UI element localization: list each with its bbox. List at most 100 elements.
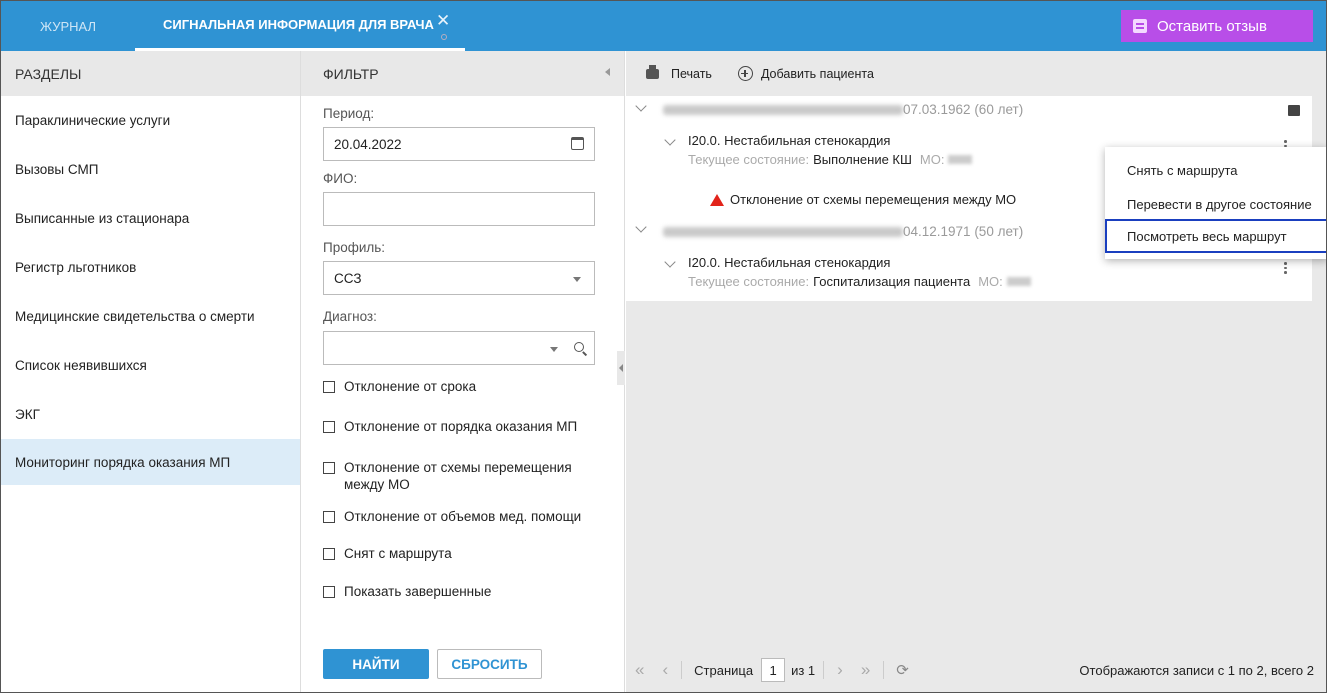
checkbox[interactable]	[323, 421, 335, 433]
pager-divider	[883, 661, 885, 679]
expand-patient-icon[interactable]	[635, 221, 647, 233]
tab-journal[interactable]: ЖУРНАЛ	[1, 1, 135, 51]
more-actions-icon[interactable]	[1284, 262, 1288, 276]
expand-diagnosis-icon[interactable]	[664, 256, 676, 268]
mo-value-redacted	[1006, 277, 1031, 286]
expand-patient-icon[interactable]	[635, 100, 647, 112]
app-window: ЖУРНАЛ СИГНАЛЬНАЯ ИНФОРМАЦИЯ ДЛЯ ВРАЧА ✕…	[0, 0, 1327, 693]
reset-button[interactable]: СБРОСИТЬ	[437, 649, 542, 679]
checkbox-label: Показать завершенные	[344, 584, 492, 599]
close-tab-icon[interactable]: ✕	[436, 12, 454, 31]
checkbox[interactable]	[323, 548, 335, 560]
checkbox-label: Отклонение от срока	[344, 379, 477, 394]
sidebar-item-beneficiaries[interactable]: Регистр льготников	[1, 243, 300, 292]
page-label: Страница	[694, 662, 754, 678]
expand-diagnosis-icon[interactable]	[664, 134, 676, 146]
checkbox-procedure-deviation[interactable]: Отклонение от порядка оказания МП	[323, 418, 603, 435]
checkbox-deadline-deviation[interactable]: Отклонение от срока	[323, 378, 603, 395]
print-button[interactable]: Печать	[646, 64, 712, 81]
checkbox-label: Снят с маршрута	[344, 546, 452, 561]
refresh-icon[interactable]: ⟳	[896, 661, 909, 679]
profile-label: Профиль:	[323, 240, 386, 255]
next-page-icon[interactable]: ›	[837, 660, 843, 680]
state-value: Госпитализация пациента	[813, 274, 971, 289]
checkbox-removed-from-route[interactable]: Снят с маршрута	[323, 545, 603, 562]
find-button[interactable]: НАЙТИ	[323, 649, 429, 679]
print-label: Печать	[671, 66, 712, 81]
toolbar: Печать Добавить пациента	[626, 51, 1326, 96]
panel-splitter[interactable]	[617, 351, 625, 385]
menu-item-view-route[interactable]: Посмотреть весь маршрут	[1105, 219, 1326, 253]
diagnosis-title: I20.0. Нестабильная стенокардия	[688, 133, 891, 148]
first-page-icon[interactable]: «	[635, 660, 644, 680]
patient-dob: 07.03.1962 (60 лет)	[903, 102, 1024, 117]
collapse-filter-icon[interactable]	[605, 68, 610, 76]
chevron-down-icon[interactable]	[550, 347, 558, 352]
mo-value-redacted	[948, 155, 973, 164]
checkbox-transfer-deviation[interactable]: Отклонение от схемы перемещения между МО	[323, 459, 593, 493]
checkbox-label: Отклонение от объемов мед. помощи	[344, 509, 582, 524]
feedback-button-label: Оставить отзыв	[1157, 17, 1267, 35]
sidebar-item-paraclinical[interactable]: Параклинические услуги	[1, 96, 300, 145]
warning-icon	[710, 193, 724, 206]
checkbox-label: Отклонение от порядка оказания МП	[344, 419, 578, 434]
profile-select[interactable]: ССЗ	[323, 261, 595, 295]
calendar-icon[interactable]	[571, 137, 584, 150]
state-label: Текущее состояние:	[688, 274, 810, 289]
records-info: Отображаются записи с 1 по 2, всего 2	[1079, 662, 1314, 678]
deviation-warning: Отклонение от схемы перемещения между МО	[710, 192, 1016, 207]
fio-label: ФИО:	[323, 171, 358, 186]
filter-panel: ФИЛЬТР Период: 20.04.2022 ФИО: Профиль: …	[301, 51, 625, 692]
checkbox[interactable]	[323, 462, 335, 474]
period-field[interactable]: 20.04.2022	[323, 127, 595, 161]
sidebar-title: РАЗДЕЛЫ	[1, 51, 300, 96]
menu-item-change-state[interactable]: Перевести в другое состояние	[1105, 187, 1326, 221]
checkbox-volume-deviation[interactable]: Отклонение от объемов мед. помощи	[323, 508, 603, 525]
period-label: Период:	[323, 106, 375, 121]
printer-icon	[646, 64, 659, 79]
sidebar-item-no-shows[interactable]: Список неявившихся	[1, 341, 300, 390]
sidebar-item-death-certificates[interactable]: Медицинские свидетельства о смерти	[1, 292, 300, 341]
feedback-button[interactable]: Оставить отзыв	[1121, 10, 1313, 42]
chevron-down-icon[interactable]	[573, 277, 581, 282]
page-count: из 1	[791, 662, 816, 678]
filter-title: ФИЛЬТР	[301, 51, 624, 96]
pager: « ‹ Страница 1 из 1 › » ⟳ Отображаются з…	[626, 647, 1326, 692]
sidebar-item-discharged[interactable]: Выписанные из стационара	[1, 194, 300, 243]
state-value: Выполнение КШ	[813, 152, 912, 167]
add-patient-button[interactable]: Добавить пациента	[737, 66, 874, 81]
add-patient-label: Добавить пациента	[760, 66, 874, 81]
context-menu: Снять с маршрута Перевести в другое сост…	[1105, 147, 1326, 259]
search-icon[interactable]	[574, 342, 584, 352]
page-input[interactable]: 1	[761, 658, 786, 682]
mo-label: МО:	[919, 152, 945, 167]
current-state: Текущее состояние: Госпитализация пациен…	[688, 274, 1031, 289]
diagnosis-title: I20.0. Нестабильная стенокардия	[688, 255, 891, 270]
patient-dob: 04.12.1971 (50 лет)	[903, 224, 1024, 239]
last-page-icon[interactable]: »	[861, 660, 870, 680]
patient-name-redacted	[663, 227, 903, 237]
prev-page-icon[interactable]: ‹	[662, 660, 668, 680]
menu-item-remove-from-route[interactable]: Снять с маршрута	[1105, 153, 1326, 187]
warning-text: Отклонение от схемы перемещения между МО	[730, 192, 1017, 207]
checkbox[interactable]	[323, 511, 335, 523]
checkbox-show-completed[interactable]: Показать завершенные	[323, 583, 603, 600]
checkbox[interactable]	[323, 381, 335, 393]
pager-divider	[823, 661, 825, 679]
tab-indicator-icon	[441, 34, 447, 40]
pager-divider	[681, 661, 683, 679]
patient-card-icon[interactable]	[1288, 105, 1300, 116]
profile-value: ССЗ	[334, 270, 362, 286]
sidebar-item-ambulance-calls[interactable]: Вызовы СМП	[1, 145, 300, 194]
diagnosis-select[interactable]	[323, 331, 595, 365]
fio-field[interactable]	[323, 192, 595, 226]
add-circle-icon	[737, 66, 753, 81]
feedback-form-icon	[1133, 19, 1147, 33]
state-label: Текущее состояние:	[688, 152, 810, 167]
checkbox-label: Отклонение от схемы перемещения между МО	[344, 460, 572, 492]
sidebar-item-ecg[interactable]: ЭКГ	[1, 390, 300, 439]
checkbox[interactable]	[323, 586, 335, 598]
tab-signal-info[interactable]: СИГНАЛЬНАЯ ИНФОРМАЦИЯ ДЛЯ ВРАЧА	[135, 1, 465, 51]
current-state: Текущее состояние: Выполнение КШ МО:	[688, 152, 973, 167]
sidebar-item-monitoring[interactable]: Мониторинг порядка оказания МП	[1, 439, 300, 485]
